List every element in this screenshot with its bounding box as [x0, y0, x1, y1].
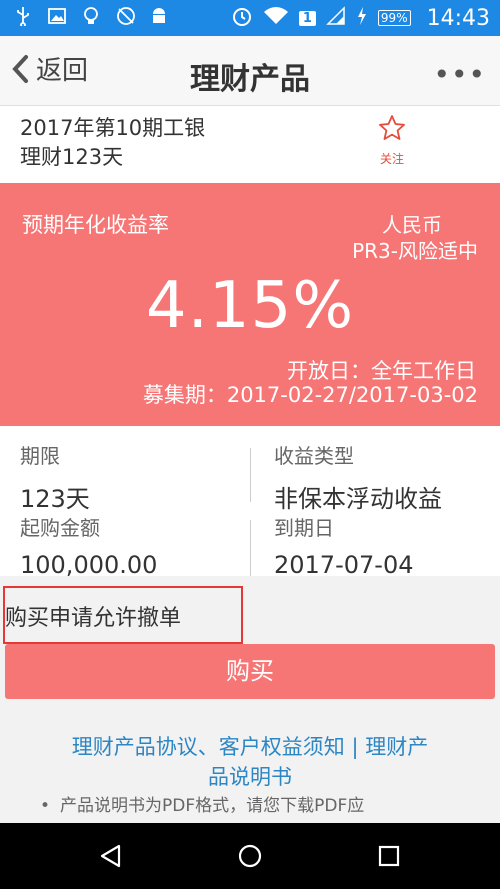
- product-info-grid: 期限 123天 收益类型 非保本浮动收益 起购金额 100,000.00 到期日…: [0, 426, 500, 579]
- min-amount-value: 100,000.00: [20, 551, 158, 579]
- system-nav-bar: [0, 823, 500, 889]
- income-type-label: 收益类型: [274, 444, 354, 468]
- wifi-icon: [263, 6, 289, 30]
- back-triangle-icon[interactable]: [98, 843, 124, 869]
- bullet-icon: •: [40, 796, 51, 816]
- term-value: 123天: [20, 485, 90, 513]
- clock: 14:43: [426, 5, 490, 31]
- yield-rate: 4.15%: [145, 269, 355, 343]
- pdf-note-text: 产品说明书为PDF格式，请您下载PDF应: [60, 796, 365, 816]
- agreement-links-line1[interactable]: 理财产品协议、客户权益须知 | 理财产: [72, 735, 428, 759]
- agreement-links[interactable]: 理财产品协议、客户权益须知 | 理财产 品说明书: [0, 732, 500, 792]
- no-sync-icon: [116, 6, 135, 26]
- buy-button[interactable]: 购买: [5, 644, 495, 699]
- column-divider: [250, 448, 251, 502]
- sim-badge: 1: [298, 10, 316, 26]
- min-amount-cell: 起购金额 100,000.00: [20, 512, 157, 579]
- rate-panel: 预期年化收益率 人民币 PR3-风险适中 4.15% 开放日：全年工作日 募集期…: [0, 183, 500, 426]
- home-circle-icon[interactable]: [237, 843, 263, 869]
- term-cell: 期限 123天: [20, 440, 90, 514]
- term-label: 期限: [20, 444, 60, 468]
- income-type-value: 非保本浮动收益: [274, 485, 442, 513]
- maturity-cell: 到期日 2017-07-04: [274, 512, 413, 579]
- more-menu-button[interactable]: •••: [433, 58, 486, 91]
- risk-level: PR3-风险适中: [352, 239, 478, 263]
- battery-level: 99%: [377, 10, 411, 26]
- app-header: 返回 理财产品 •••: [0, 36, 500, 106]
- product-name: 2017年第10期工银 理财123天: [20, 114, 320, 172]
- status-bar: 1 99% 14:43: [0, 0, 500, 36]
- currency: 人民币: [382, 213, 442, 237]
- bulb-icon: [82, 6, 100, 26]
- follow-button[interactable]: 关注: [372, 114, 412, 167]
- income-type-cell: 收益类型 非保本浮动收益: [274, 440, 442, 514]
- agreement-links-line2[interactable]: 品说明书: [208, 765, 292, 789]
- maturity-value: 2017-07-04: [274, 551, 414, 579]
- min-amount-label: 起购金额: [20, 516, 100, 540]
- image-icon: [48, 6, 66, 26]
- android-icon: [150, 6, 168, 26]
- product-name-line1: 2017年第10期工银: [20, 116, 206, 140]
- pdf-note: • 产品说明书为PDF格式，请您下载PDF应: [40, 793, 480, 819]
- star-icon: [379, 115, 405, 140]
- alarm-icon: [231, 5, 253, 31]
- cancel-allowed-note: 购买申请允许撤单: [3, 586, 243, 644]
- charging-icon: [356, 6, 368, 30]
- raise-period: 募集期：2017-02-27/2017-03-02: [142, 383, 478, 407]
- maturity-label: 到期日: [274, 516, 334, 540]
- usb-icon: [14, 6, 32, 28]
- follow-label: 关注: [379, 152, 404, 166]
- recents-square-icon[interactable]: [376, 843, 402, 869]
- signal-icon: [326, 6, 346, 30]
- expected-yield-label: 预期年化收益率: [22, 213, 169, 237]
- column-divider: [250, 520, 251, 576]
- product-name-line2: 理财123天: [20, 145, 124, 169]
- page-title: 理财产品: [190, 62, 310, 97]
- product-name-row: 2017年第10期工银 理财123天 关注: [0, 106, 500, 183]
